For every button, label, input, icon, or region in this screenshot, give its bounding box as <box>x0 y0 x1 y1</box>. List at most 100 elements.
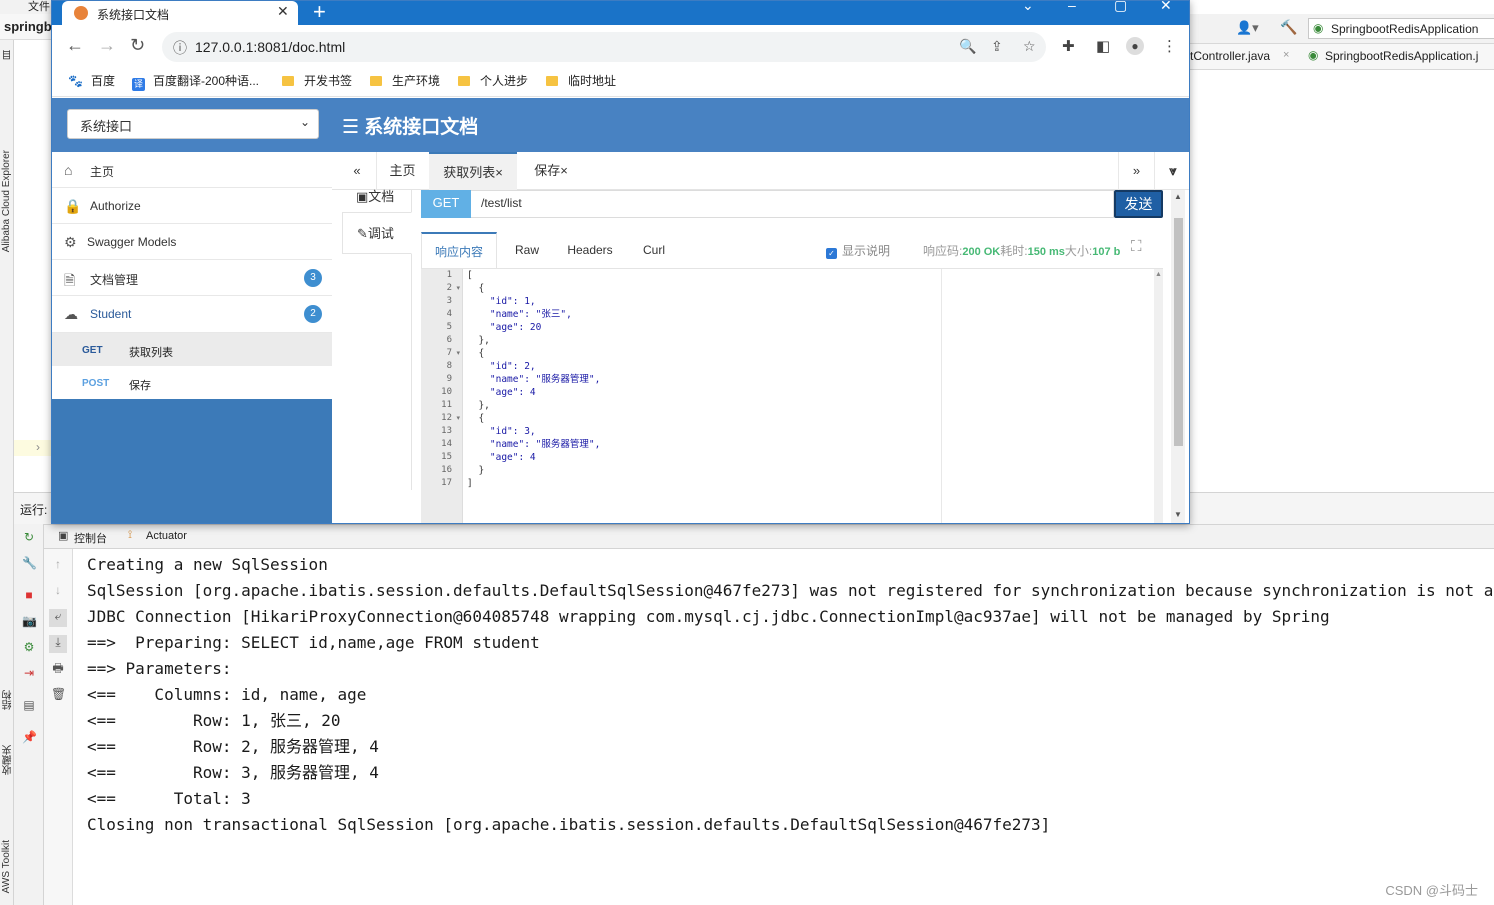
tabs-next-button[interactable]: » <box>1118 152 1154 190</box>
layout-icon[interactable]: ▤ <box>22 698 36 712</box>
maximize-icon[interactable]: ▢ <box>1114 1 1127 14</box>
page-scrollbar[interactable]: ▲ ▼ <box>1171 190 1185 523</box>
line-number: 13 <box>441 426 452 436</box>
browser-tab[interactable]: 系统接口文档 ✕ <box>62 1 298 25</box>
tab-console[interactable]: 控制台 <box>74 530 107 546</box>
wrench-icon[interactable]: 🔧 <box>22 556 37 570</box>
response-editor[interactable]: 1 2 ▾ 3 4 5 6 7 ▾ 8 9 10 11 12 ▾ 13 14 15 16 17 [ { "id": 1… <box>421 268 1163 523</box>
sidebar-item-authorize[interactable]: 🔒 Authorize <box>52 188 332 224</box>
profile-icon[interactable]: ● <box>1126 37 1144 55</box>
url-text[interactable]: 127.0.0.1:8081/doc.html <box>195 39 345 55</box>
bookmark-fanyi[interactable]: 译百度翻译-200种语... <box>132 72 259 91</box>
sidebar-item-home[interactable]: ⌂ 主页 <box>52 152 332 188</box>
tabs-more-button[interactable]: ⩔ <box>1154 152 1189 190</box>
tab-raw[interactable]: Raw <box>501 232 553 268</box>
chevron-right-icon[interactable]: › <box>36 440 40 454</box>
extensions-icon[interactable]: ✚ <box>1062 37 1075 55</box>
sidebar-item-swagger-models[interactable]: ⚙ Swagger Models <box>52 224 332 260</box>
user-icon[interactable]: 👤▾ <box>1236 20 1259 36</box>
scroll-up-icon[interactable]: ▲ <box>1174 192 1182 201</box>
fold-toggle-icon[interactable]: ▾ <box>456 349 460 357</box>
bookmark-folder-temp[interactable]: 临时地址 <box>546 72 616 89</box>
response-meta: 响应码:200 OK耗时:150 ms大小:107 b <box>923 242 1120 259</box>
browser-window: 系统接口文档 ✕ + ⌄ – ▢ ✕ ← → ↻ ⓘ 127.0.0.1:808… <box>51 0 1190 524</box>
status-code-value: 200 OK <box>962 246 1001 258</box>
new-tab-icon[interactable]: + <box>313 1 326 25</box>
ide-project-name[interactable]: springb <box>4 19 52 34</box>
tab-get-list[interactable]: 获取列表× <box>429 152 517 190</box>
editor-tab-controller[interactable]: tController.java <box>1190 49 1270 63</box>
code-line: } <box>467 465 485 476</box>
info-icon[interactable]: ⓘ <box>173 38 187 58</box>
tab-response-content[interactable]: 响应内容 <box>421 232 497 268</box>
reload-icon[interactable]: ↻ <box>130 35 145 56</box>
response-tabs: 响应内容 Raw Headers Curl ✓ 显示说明 响应码:200 OK耗时… <box>421 232 1163 268</box>
side-panel-icon[interactable]: ◧ <box>1096 37 1110 55</box>
send-button[interactable]: 发送 <box>1114 190 1163 218</box>
project-tool-label[interactable]: 目 <box>1 50 16 60</box>
bookmark-folder-prod[interactable]: 生产环境 <box>370 72 440 89</box>
arrow-up-icon[interactable]: ↑ <box>51 557 65 571</box>
tab-headers[interactable]: Headers <box>557 232 623 268</box>
scrollbar-thumb[interactable] <box>1174 218 1183 446</box>
editor-tab-application[interactable]: SpringbootRedisApplication.j <box>1325 49 1478 63</box>
favicon-icon <box>74 6 88 20</box>
bookmark-baidu[interactable]: 🐾 百度 <box>68 72 115 89</box>
tab-actuator[interactable]: Actuator <box>146 530 187 542</box>
bookmark-folder-dev[interactable]: 开发书签 <box>282 72 352 89</box>
close-icon[interactable]: × <box>1283 49 1289 61</box>
ide-file-menu[interactable]: 文件 <box>28 0 50 14</box>
sidebar-item-doc-management[interactable]: 🗎 文档管理 3 <box>52 260 332 296</box>
api-label: 保存 <box>129 380 151 392</box>
scroll-to-end-icon[interactable]: ⤓ <box>49 635 67 653</box>
run-left-toolbar: ↻ 🔧 ■ 📷 ⚙ ⇥ ▤ 📌 <box>14 524 44 905</box>
debug-icon[interactable]: ⚙ <box>22 640 36 654</box>
request-path-input[interactable]: /test/list <box>471 190 1114 218</box>
print-icon[interactable]: 🖶 <box>51 661 65 675</box>
camera-icon[interactable]: 📷 <box>22 614 37 628</box>
pin-icon[interactable]: 📌 <box>22 730 37 744</box>
checkbox-checked-icon[interactable]: ✓ <box>826 248 837 259</box>
scroll-up-icon[interactable]: ▲ <box>1155 271 1162 278</box>
stop-icon[interactable]: ■ <box>22 588 36 602</box>
trash-icon[interactable]: 🗑 <box>51 687 66 701</box>
rerun-icon[interactable]: ↻ <box>22 530 36 544</box>
forward-icon[interactable]: → <box>98 35 116 56</box>
sidebar-item-student[interactable]: ☁ Student 2 <box>52 296 332 333</box>
close-icon[interactable]: ✕ <box>277 3 289 20</box>
soft-wrap-icon[interactable]: ⤶ <box>49 609 67 627</box>
omnibox[interactable]: ⓘ 127.0.0.1:8081/doc.html 🔍 ⇪ ☆ <box>162 32 1046 62</box>
tab-curl[interactable]: Curl <box>627 232 681 268</box>
editor-scrollbar[interactable]: ▲ <box>1154 269 1163 523</box>
menu-dots-icon[interactable]: ⋮ <box>1162 37 1177 55</box>
fullscreen-icon[interactable]: ⛶ <box>1131 238 1142 255</box>
share-icon[interactable]: ⇪ <box>991 38 1003 55</box>
run-config-select[interactable]: ◉ SpringbootRedisApplication <box>1308 18 1494 39</box>
zoom-icon[interactable]: 🔍 <box>959 38 976 55</box>
console-actions: ↑ ↓ ⤶ ⤓ 🖶 🗑 <box>44 549 73 905</box>
aws-toolkit-label[interactable]: AWS Toolkit <box>1 840 12 893</box>
bookmark-folder-growth[interactable]: 个人进步 <box>458 72 528 89</box>
api-item-get-list[interactable]: GET 获取列表 <box>52 333 332 366</box>
minimize-icon[interactable]: – <box>1068 1 1076 13</box>
arrow-down-icon[interactable]: ↓ <box>51 583 65 597</box>
fold-toggle-icon[interactable]: ▾ <box>456 284 460 292</box>
fold-toggle-icon[interactable]: ▾ <box>456 414 460 422</box>
tab-debug[interactable]: ✎调试 <box>342 212 412 254</box>
tab-save[interactable]: 保存× <box>520 152 582 190</box>
back-icon[interactable]: ← <box>66 35 84 56</box>
group-select[interactable]: 系统接口 ⌄ <box>67 109 319 139</box>
hammer-icon[interactable]: 🔨 <box>1280 19 1297 36</box>
code-line: "name": "服务器管理", <box>467 439 601 450</box>
chevron-down-icon[interactable]: ⌄ <box>1022 1 1034 14</box>
tab-doc[interactable]: ▣文档 <box>342 176 412 206</box>
show-description-toggle[interactable]: ✓ 显示说明 <box>826 242 890 259</box>
alibaba-cloud-explorer-label[interactable]: Alibaba Cloud Explorer <box>1 150 12 252</box>
star-icon[interactable]: ☆ <box>1023 38 1036 55</box>
exit-icon[interactable]: ⇥ <box>22 666 36 680</box>
close-window-icon[interactable]: ✕ <box>1160 1 1172 14</box>
scroll-down-icon[interactable]: ▼ <box>1174 510 1182 519</box>
api-item-post-save[interactable]: POST 保存 <box>52 366 332 399</box>
code-line: }, <box>467 335 490 346</box>
console-line: JDBC Connection [HikariProxyConnection@6… <box>87 607 1330 626</box>
